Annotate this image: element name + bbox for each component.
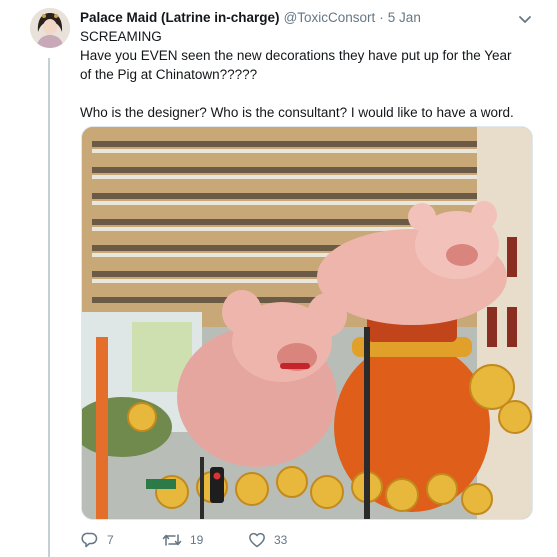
display-name[interactable]: Palace Maid (Latrine in-charge) — [80, 9, 280, 26]
reply-count: 7 — [107, 533, 114, 547]
tweet-text-line-2: Have you EVEN seen the new decorations t… — [80, 48, 512, 82]
separator-dot: · — [379, 10, 384, 25]
heart-icon — [249, 532, 265, 548]
tweet-text-line-1: SCREAMING — [80, 29, 162, 44]
chinatown-pig-decorations-photo — [82, 127, 532, 519]
like-count: 33 — [274, 533, 288, 547]
tweet-text: SCREAMING Have you EVEN seen the new dec… — [80, 27, 520, 122]
tweet-content: Palace Maid (Latrine in-charge) @ToxicCo… — [80, 9, 520, 122]
tweet-header: Palace Maid (Latrine in-charge) @ToxicCo… — [80, 9, 520, 26]
thread-line — [48, 58, 50, 557]
reply-button[interactable]: 7 — [81, 531, 141, 549]
avatar-image — [30, 8, 70, 48]
user-handle[interactable]: @ToxicConsort — [284, 9, 376, 26]
avatar[interactable] — [30, 8, 70, 48]
tweet-text-line-3: Who is the designer? Who is the consulta… — [80, 105, 514, 120]
reply-icon — [81, 532, 98, 548]
retweet-count: 19 — [190, 533, 204, 547]
timestamp[interactable]: 5 Jan — [388, 9, 421, 26]
retweet-icon — [162, 534, 182, 546]
like-button[interactable]: 33 — [248, 531, 308, 549]
chevron-down-icon[interactable] — [518, 12, 532, 23]
retweet-button[interactable]: 19 — [162, 531, 224, 549]
tweet-actions: 7 19 33 — [81, 531, 308, 549]
tweet-photo[interactable] — [81, 126, 533, 520]
